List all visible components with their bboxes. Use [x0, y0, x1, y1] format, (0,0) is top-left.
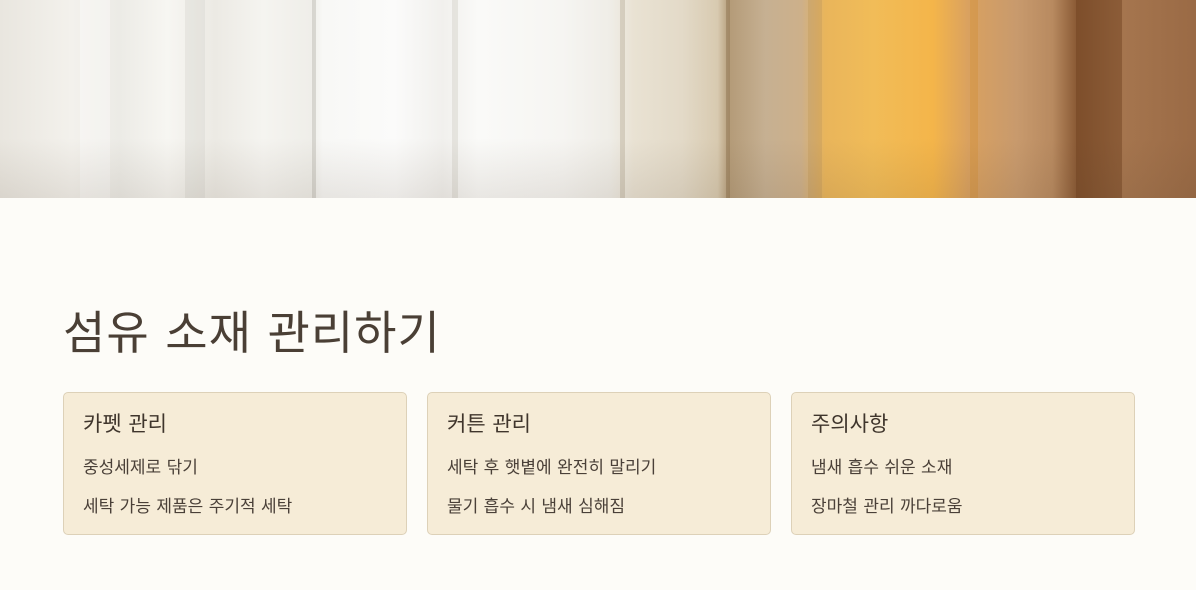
hero-image — [0, 0, 1196, 198]
card-list: 카펫 관리 중성세제로 닦기 세탁 가능 제품은 주기적 세탁 커튼 관리 세탁… — [63, 392, 1137, 537]
card-line: 냄새 흡수 쉬운 소재 — [811, 458, 953, 478]
card-title: 주의사항 — [811, 412, 889, 436]
card-curtain-care: 커튼 관리 세탁 후 햇볕에 완전히 말리기 물기 흡수 시 냄새 심해짐 — [427, 392, 771, 535]
card-line: 세탁 후 햇볕에 완전히 말리기 — [447, 458, 657, 478]
card-line: 물기 흡수 시 냄새 심해짐 — [447, 497, 626, 517]
card-line: 장마철 관리 까다로움 — [811, 497, 963, 517]
card-line: 세탁 가능 제품은 주기적 세탁 — [83, 497, 293, 517]
hero-shade — [0, 138, 1196, 198]
card-line: 중성세제로 닦기 — [83, 458, 198, 478]
card-title: 카펫 관리 — [83, 412, 167, 436]
card-cautions: 주의사항 냄새 흡수 쉬운 소재 장마철 관리 까다로움 — [791, 392, 1135, 535]
page-title: 섬유 소재 관리하기 — [63, 306, 441, 360]
card-title: 커튼 관리 — [447, 412, 531, 436]
card-carpet-care: 카펫 관리 중성세제로 닦기 세탁 가능 제품은 주기적 세탁 — [63, 392, 407, 535]
